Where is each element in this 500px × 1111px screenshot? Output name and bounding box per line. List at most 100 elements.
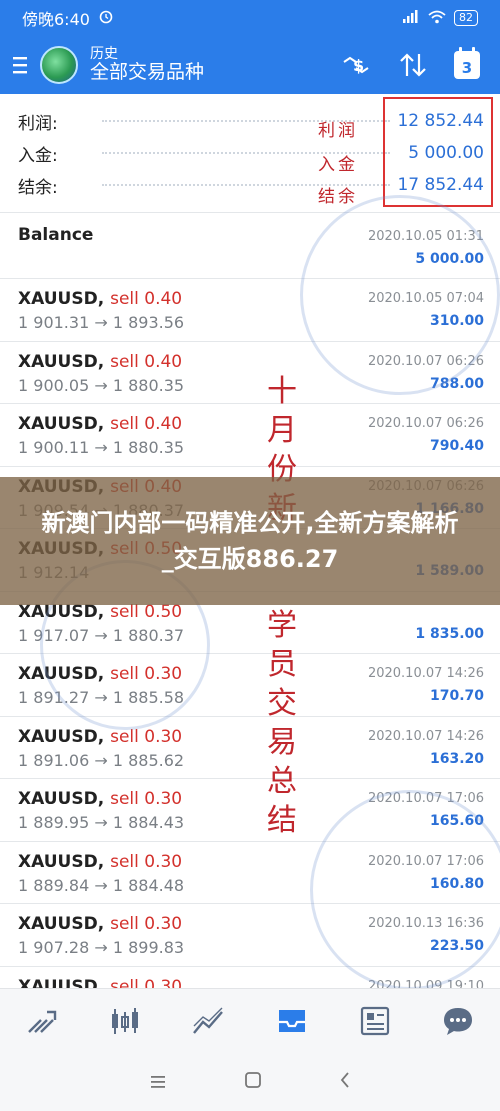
trade-symbol: XAUUSD, sell 0.30 (18, 664, 183, 684)
note-char: 学 (267, 608, 297, 643)
row-timestamp: 2020.10.13 16:36 (367, 916, 484, 931)
trade-row[interactable]: XAUUSD, sell 0.40 1 900.05 → 1 880.35 2020… (0, 340, 500, 403)
metatrader-logo-icon (40, 46, 78, 84)
trade-side: sell 0.40 (110, 351, 183, 372)
wifi-icon (428, 10, 446, 27)
signal-icon (402, 9, 420, 27)
trade-side: sell 0.30 (110, 851, 183, 872)
chart-line-icon[interactable] (188, 1001, 228, 1041)
trade-symbol: XAUUSD, sell 0.40 (18, 351, 183, 372)
trade-side: sell 0.40 (110, 414, 183, 434)
trade-profit: 170.70 (429, 688, 484, 704)
balance-row[interactable]: Balance 2020.10.05 01:31 5 000.00 (0, 212, 500, 278)
handwritten-summary-note: 十月份新学员交易总结 (262, 372, 302, 840)
note-char: 交 (267, 686, 297, 721)
trade-prices: 1 891.06 → 1 885.62 (18, 750, 185, 770)
summary-label: 入金: (18, 145, 58, 166)
trade-icon[interactable] (22, 1001, 62, 1041)
trade-row[interactable]: XAUUSD, sell 0.30 1 891.27 → 1 885.58 2020… (0, 653, 500, 715)
trade-row[interactable]: XAUUSD, sell 0.40 1 900.11 → 1 880.35 2020… (0, 403, 500, 465)
trade-profit: 1 835.00 (415, 625, 484, 642)
status-time: 傍晚6:40 (22, 10, 90, 29)
annotation-note: 利润 (318, 121, 358, 141)
home-icon[interactable] (244, 1070, 262, 1094)
news-icon[interactable] (355, 1001, 395, 1041)
trade-symbol: XAUUSD, sell 0.40 (18, 414, 183, 434)
page-title[interactable]: 全部交易品种 (90, 61, 204, 84)
row-timestamp: 2020.10.05 07:04 (367, 291, 484, 306)
trade-profit: 788.00 (429, 375, 484, 392)
summary-label: 结余: (18, 177, 58, 198)
trade-row[interactable]: XAUUSD, sell 0.30 1 889.95 → 1 884.43 2020… (0, 778, 500, 840)
trade-side: sell 0.30 (110, 789, 183, 809)
row-timestamp: 2020.10.09 19:10 (367, 978, 484, 989)
trade-symbol: XAUUSD, sell 0.40 (18, 289, 183, 309)
history-inbox-icon[interactable] (272, 1001, 312, 1041)
battery-indicator: 82 (454, 10, 478, 26)
trade-row[interactable]: XAUUSD, sell 0.30 1 889.84 → 1 884.48 2020… (0, 840, 500, 903)
trade-side: sell 0.30 (110, 914, 183, 934)
trade-profit: 790.40 (429, 438, 484, 454)
trade-row[interactable]: XAUUSD, sell 0.30 1 891.06 → 1 885.62 2020… (0, 715, 500, 778)
trade-symbol: XAUUSD, sell 0.30 (18, 789, 183, 809)
annotation-note: 结余 (318, 187, 358, 207)
sort-icon[interactable] (398, 52, 428, 78)
trade-side: sell 0.30 (110, 664, 183, 684)
symbol-filter-icon[interactable]: $ (340, 52, 372, 78)
trade-profit: 310.00 (429, 313, 484, 329)
bottom-nav (0, 988, 500, 1052)
trade-symbol: XAUUSD, sell 0.30 (18, 851, 183, 872)
trade-prices: 1 900.05 → 1 880.35 (18, 375, 185, 395)
trade-row[interactable]: XAUUSD, sell 0.30 1 907.28 → 1 899.83 2020… (0, 903, 500, 965)
trade-prices: 1 900.11 → 1 880.35 (18, 438, 185, 457)
trade-row[interactable]: XAUUSD, sell 0.30 2020.10.09 19:10 (0, 965, 500, 989)
trade-symbol: XAUUSD, sell 0.30 (18, 726, 183, 747)
back-icon[interactable] (339, 1070, 351, 1094)
note-char: 易 (267, 725, 297, 760)
trade-prices: 1 901.31 → 1 893.56 (18, 313, 185, 332)
row-timestamp: 2020.10.07 06:26 (367, 353, 484, 369)
menu-icon[interactable] (0, 36, 40, 94)
row-amount: 5 000.00 (415, 251, 484, 267)
calendar-icon[interactable]: 3 (454, 47, 480, 79)
annotation-note: 入金 (318, 155, 358, 175)
note-char: 结 (267, 803, 297, 838)
trade-prices: 1 889.95 → 1 884.43 (18, 813, 185, 832)
row-timestamp: 2020.10.07 17:06 (367, 791, 484, 806)
row-timestamp: 2020.10.07 14:26 (367, 728, 484, 744)
row-timestamp: 2020.10.07 14:26 (367, 666, 484, 681)
trade-symbol: XAUUSD, sell 0.30 (18, 977, 182, 989)
trade-symbol: XAUUSD, sell 0.30 (18, 914, 183, 934)
banner-text: 新澳门内部一码精准公开,全新方案解析_交互版886.27 (41, 509, 459, 573)
promo-banner: 新澳门内部一码精准公开,全新方案解析_交互版886.27 (0, 477, 500, 605)
row-timestamp: 2020.10.07 17:06 (367, 853, 484, 869)
trade-prices: 1 907.28 → 1 899.83 (18, 938, 185, 957)
note-char: 十 (267, 374, 297, 409)
messages-icon[interactable] (438, 1001, 478, 1041)
quotes-chart-icon[interactable] (105, 1001, 145, 1041)
system-navigation (0, 1052, 500, 1111)
svg-text:$: $ (353, 56, 364, 75)
note-char: 员 (267, 647, 297, 682)
account-summary: 利润: 12 852.44 入金: 5 000.00 结余: 17 852.44… (0, 94, 500, 212)
note-char: 总 (267, 764, 297, 799)
trade-row[interactable]: XAUUSD, sell 0.40 1 901.31 → 1 893.56 2020… (0, 278, 500, 340)
trade-profit: 163.20 (429, 750, 484, 767)
app-bar: 历史 全部交易品种 $ 3 (0, 36, 500, 94)
trade-profit: 160.80 (429, 875, 484, 892)
summary-label: 利润: (18, 113, 58, 134)
trade-side: sell 0.30 (110, 726, 183, 747)
row-timestamp: 2020.10.05 01:31 (367, 229, 484, 244)
trade-side: sell 0.30 (110, 976, 183, 989)
row-timestamp: 2020.10.07 06:26 (367, 416, 484, 431)
trade-prices: 1 889.84 → 1 884.48 (18, 875, 185, 895)
status-bar: 傍晚6:40 82 (0, 0, 500, 36)
recent-apps-icon[interactable] (149, 1070, 167, 1094)
trade-prices: 1 917.07 → 1 880.37 (18, 625, 185, 645)
trade-side: sell 0.40 (110, 289, 183, 309)
trade-profit: 223.50 (429, 938, 484, 954)
trade-prices: 1 891.27 → 1 885.58 (18, 688, 185, 707)
note-char: 月 (267, 413, 297, 448)
alarm-icon (98, 8, 114, 28)
annotation-box (383, 97, 493, 207)
